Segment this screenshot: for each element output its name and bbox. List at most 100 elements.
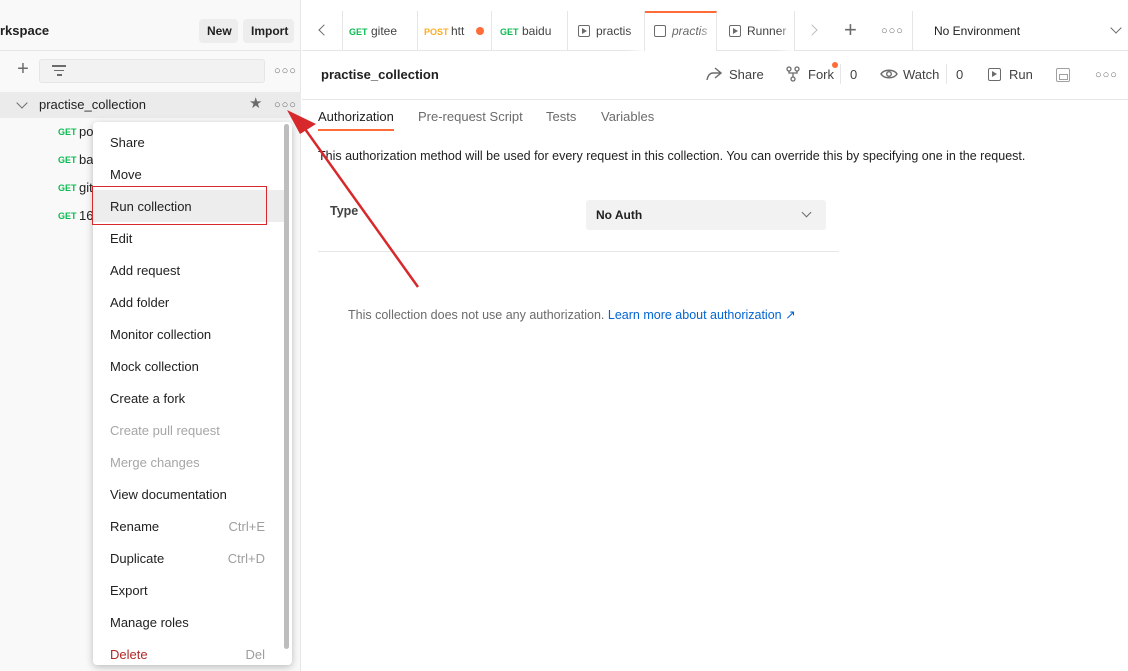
share-button[interactable]: Share [729, 67, 764, 82]
annotation-highlight-box [92, 186, 267, 225]
auth-type-label: Type [330, 204, 359, 218]
auth-divider [318, 251, 839, 252]
tab-method: GET [349, 27, 368, 37]
tab-method: GET [500, 27, 519, 37]
request-tab[interactable]: POST htt [418, 11, 492, 51]
active-tab-indicator [318, 129, 394, 131]
filter-input[interactable] [39, 59, 265, 83]
watch-button[interactable]: Watch [903, 67, 939, 82]
runner-icon [578, 25, 590, 37]
workspace-header: rkspace New Import [0, 11, 301, 51]
auth-type-select[interactable]: No Auth [586, 200, 826, 230]
menu-item-label: Create pull request [110, 423, 220, 438]
tab-authorization[interactable]: Authorization [318, 109, 394, 124]
auth-type-value: No Auth [596, 208, 643, 222]
tab-variables[interactable]: Variables [601, 109, 654, 124]
menu-item-label: Rename [110, 519, 160, 534]
request-method: GET [58, 183, 77, 193]
import-button[interactable]: Import [243, 19, 294, 43]
runner-tab[interactable]: Runner [717, 11, 795, 51]
environment-label: No Environment [934, 24, 1021, 38]
request-tab[interactable]: GET gitee [342, 11, 418, 51]
menu-item-mock-collection[interactable]: Mock collection [93, 350, 285, 382]
no-auth-message: This collection does not use any authori… [348, 307, 796, 322]
menu-item-edit[interactable]: Edit [93, 222, 285, 254]
new-button[interactable]: New [199, 19, 238, 43]
eye-icon[interactable] [880, 68, 898, 80]
divider [840, 64, 841, 84]
chevron-left-icon[interactable] [318, 24, 330, 36]
tab-options-icon[interactable]: ○○○ [881, 25, 904, 37]
menu-item-shortcut: Ctrl+D [227, 551, 265, 566]
menu-item-shortcut: Ctrl+E [228, 519, 265, 534]
collection-title: practise_collection [321, 67, 439, 82]
plus-icon[interactable]: + [13, 59, 33, 80]
collection-more-icon[interactable]: ○○○ [274, 99, 297, 111]
tab-fade [700, 13, 716, 51]
tab-name: gitee [371, 24, 398, 38]
menu-item-create-fork[interactable]: Create a fork [93, 382, 285, 414]
collection-name: practise_collection [39, 97, 146, 112]
chevron-right-icon[interactable] [806, 24, 818, 36]
request-tab[interactable]: practis [568, 11, 645, 51]
run-button[interactable]: Run [1009, 67, 1033, 82]
menu-item-label: Add folder [110, 295, 170, 310]
collection-icon [654, 25, 666, 37]
tab-fade [628, 11, 644, 51]
collection-tab[interactable]: practis [645, 11, 717, 51]
run-icon[interactable] [988, 68, 1001, 81]
request-method: GET [58, 127, 77, 137]
learn-more-link[interactable]: Learn more about authorization ↗ [608, 308, 796, 322]
fork-button[interactable]: Fork [808, 67, 834, 82]
tab-name: htt [451, 24, 465, 38]
tab-name: baidu [522, 24, 552, 38]
share-icon[interactable] [706, 67, 722, 81]
menu-item-label: Add request [110, 263, 181, 278]
divider [946, 64, 947, 84]
request-method: GET [58, 211, 77, 221]
menu-item-monitor-collection[interactable]: Monitor collection [93, 318, 285, 350]
menu-item-share[interactable]: Share [93, 126, 285, 158]
fork-count[interactable]: 0 [850, 67, 857, 82]
menu-item-label: Duplicate [110, 551, 165, 566]
menu-item-label: View documentation [110, 487, 227, 502]
chevron-down-icon [801, 207, 812, 218]
menu-item-shortcut: Del [245, 647, 265, 662]
menu-item-label: Share [110, 135, 145, 150]
menu-item-label: Monitor collection [110, 327, 212, 342]
filter-row: + [0, 55, 301, 87]
star-icon[interactable]: ★ [249, 94, 262, 112]
menu-item-export[interactable]: Export [93, 574, 285, 606]
menu-item-label: Mock collection [110, 359, 199, 374]
menu-scrollbar[interactable] [284, 124, 289, 649]
watch-count[interactable]: 0 [956, 67, 963, 82]
tab-fade [778, 11, 794, 51]
menu-item-manage-roles[interactable]: Manage roles [93, 606, 285, 638]
request-tab[interactable]: GET baidu [492, 11, 568, 51]
tab-method: POST [424, 27, 449, 37]
header-divider [302, 99, 1128, 100]
collection-row[interactable]: practise_collection ★ [0, 92, 301, 118]
chevron-down-icon[interactable] [16, 97, 28, 109]
collection-options-icon[interactable]: ○○○ [1095, 69, 1118, 81]
menu-item-label: Edit [110, 231, 133, 246]
tab-tests[interactable]: Tests [546, 109, 576, 124]
menu-item-label: Delete [110, 647, 148, 662]
menu-item-delete[interactable]: Delete Del [93, 638, 285, 670]
menu-item-label: Merge changes [110, 455, 200, 470]
menu-item-view-documentation[interactable]: View documentation [93, 478, 285, 510]
save-icon[interactable] [1056, 68, 1070, 82]
menu-item-add-request[interactable]: Add request [93, 254, 285, 286]
request-name: po [79, 124, 94, 139]
fork-icon[interactable] [786, 66, 800, 82]
menu-item-add-folder[interactable]: Add folder [93, 286, 285, 318]
menu-item-label: Export [110, 583, 148, 598]
more-options-icon[interactable]: ○○○ [274, 65, 297, 77]
environment-selector[interactable]: No Environment [912, 11, 1128, 51]
menu-item-duplicate[interactable]: Duplicate Ctrl+D [93, 542, 285, 574]
tab-pre-request-script[interactable]: Pre-request Script [418, 109, 523, 124]
menu-item-rename[interactable]: Rename Ctrl+E [93, 510, 285, 542]
request-method: GET [58, 155, 77, 165]
unsaved-dot-icon [476, 27, 484, 35]
new-tab-icon[interactable]: + [844, 17, 857, 43]
